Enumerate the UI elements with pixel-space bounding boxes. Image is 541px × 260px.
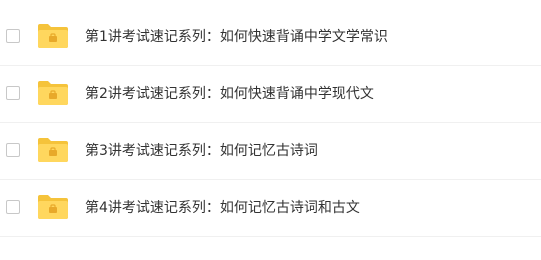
- list-item[interactable]: 第2讲考试速记系列：如何快速背诵中学现代文: [0, 66, 541, 123]
- list-item[interactable]: 第3讲考试速记系列：如何记忆古诗词: [0, 123, 541, 180]
- folder-icon[interactable]: [37, 137, 69, 163]
- file-name[interactable]: 第2讲考试速记系列：如何快速背诵中学现代文: [85, 85, 374, 103]
- folder-icon[interactable]: [37, 194, 69, 220]
- file-name[interactable]: 第1讲考试速记系列：如何快速背诵中学文学常识: [85, 28, 388, 46]
- folder-icon[interactable]: [37, 23, 69, 49]
- file-name[interactable]: 第4讲考试速记系列：如何记忆古诗词和古文: [85, 199, 360, 217]
- list-item[interactable]: 第4讲考试速记系列：如何记忆古诗词和古文: [0, 180, 541, 237]
- file-name[interactable]: 第3讲考试速记系列：如何记忆古诗词: [85, 142, 318, 160]
- file-list: 第1讲考试速记系列：如何快速背诵中学文学常识 第2讲考试速记系列：如何快速背诵中…: [0, 0, 541, 260]
- select-checkbox[interactable]: [6, 200, 20, 214]
- list-item[interactable]: 第1讲考试速记系列：如何快速背诵中学文学常识: [0, 9, 541, 66]
- folder-icon[interactable]: [37, 80, 69, 106]
- select-checkbox[interactable]: [6, 143, 20, 157]
- select-checkbox[interactable]: [6, 86, 20, 100]
- select-checkbox[interactable]: [6, 29, 20, 43]
